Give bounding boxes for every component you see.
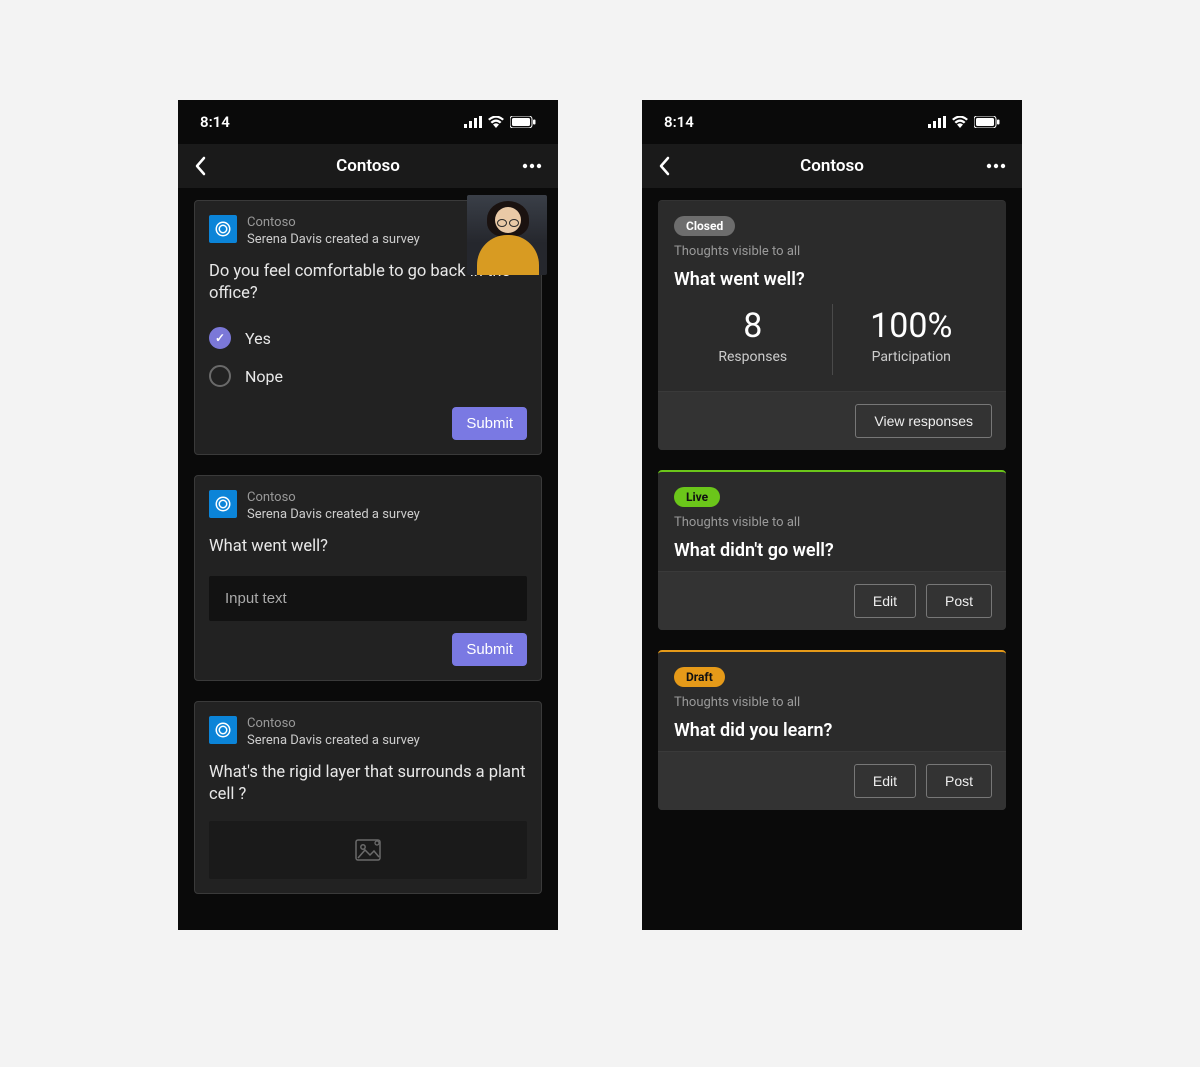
chevron-left-icon (194, 156, 206, 176)
chevron-left-icon (658, 156, 670, 176)
app-icon (209, 215, 237, 243)
card-header: Contoso Serena Davis created a survey (209, 716, 527, 750)
signal-icon (464, 116, 482, 128)
card-actions: Edit Post (658, 751, 1006, 810)
more-icon (986, 163, 1006, 169)
app-icon (209, 716, 237, 744)
status-bar: 8:14 (178, 100, 558, 144)
content-left: Contoso Serena Davis created a survey Do… (178, 188, 558, 930)
radio-selected-icon (209, 327, 231, 349)
post-button[interactable]: Post (926, 584, 992, 618)
survey-card-image: Contoso Serena Davis created a survey Wh… (194, 701, 542, 893)
status-icons (928, 116, 1000, 128)
visibility-text: Thoughts visible to all (674, 695, 990, 710)
nav-title: Contoso (682, 156, 982, 176)
back-button[interactable] (658, 156, 682, 176)
card-header: Contoso Serena Davis created a survey (209, 490, 527, 524)
summary-card-closed: Closed Thoughts visible to all What went… (658, 200, 1006, 450)
more-button[interactable] (982, 163, 1006, 169)
card-subtitle: Serena Davis created a survey (247, 232, 420, 249)
nav-bar: Contoso (642, 144, 1022, 188)
status-pill: Closed (674, 216, 735, 236)
metric-label: Participation (833, 349, 991, 365)
image-icon (355, 839, 381, 861)
signal-icon (928, 116, 946, 128)
card-actions: Submit (209, 633, 527, 666)
card-meta: Contoso Serena Davis created a survey (247, 215, 420, 249)
back-button[interactable] (194, 156, 218, 176)
card-subtitle: Serena Davis created a survey (247, 733, 420, 750)
card-body: Live Thoughts visible to all What didn't… (658, 472, 1006, 571)
self-video-thumbnail[interactable] (467, 195, 547, 275)
card-subtitle: Serena Davis created a survey (247, 507, 420, 524)
visibility-text: Thoughts visible to all (674, 515, 990, 530)
survey-card-choice: Contoso Serena Davis created a survey Do… (194, 200, 542, 455)
metric-value: 8 (674, 308, 832, 345)
status-pill: Draft (674, 667, 725, 687)
option-label: Nope (245, 367, 283, 386)
content-right: Closed Thoughts visible to all What went… (642, 188, 1022, 930)
visibility-text: Thoughts visible to all (674, 244, 990, 259)
card-title: What did you learn? (674, 720, 990, 741)
status-time: 8:14 (664, 113, 694, 131)
image-placeholder[interactable] (209, 821, 527, 879)
card-actions: Submit (209, 407, 527, 440)
survey-question: What's the rigid layer that surrounds a … (209, 762, 527, 807)
metric-label: Responses (674, 349, 832, 365)
battery-icon (974, 116, 1000, 128)
metric-value: 100% (833, 308, 991, 345)
submit-button[interactable]: Submit (452, 633, 527, 666)
card-title: What didn't go well? (674, 540, 990, 561)
summary-card-live: Live Thoughts visible to all What didn't… (658, 470, 1006, 630)
view-responses-button[interactable]: View responses (855, 404, 992, 438)
metric-responses: 8 Responses (674, 304, 832, 375)
post-button[interactable]: Post (926, 764, 992, 798)
app-name: Contoso (247, 716, 420, 733)
nav-title: Contoso (218, 156, 518, 176)
nav-bar: Contoso (178, 144, 558, 188)
card-body: Draft Thoughts visible to all What did y… (658, 652, 1006, 751)
avatar-illustration (467, 195, 547, 275)
edit-button[interactable]: Edit (854, 584, 916, 618)
status-icons (464, 116, 536, 128)
card-title: What went well? (674, 269, 990, 290)
wifi-icon (488, 116, 504, 128)
survey-question: What went well? (209, 536, 527, 558)
card-meta: Contoso Serena Davis created a survey (247, 716, 420, 750)
status-pill: Live (674, 487, 720, 507)
edit-button[interactable]: Edit (854, 764, 916, 798)
card-meta: Contoso Serena Davis created a survey (247, 490, 420, 524)
radio-unselected-icon (209, 365, 231, 387)
metrics: 8 Responses 100% Participation (674, 304, 990, 375)
option-label: Yes (245, 329, 271, 348)
battery-icon (510, 116, 536, 128)
app-name: Contoso (247, 490, 420, 507)
metric-participation: 100% Participation (832, 304, 991, 375)
card-actions: Edit Post (658, 571, 1006, 630)
status-time: 8:14 (200, 113, 230, 131)
card-body: Closed Thoughts visible to all What went… (658, 201, 1006, 391)
phone-left: 8:14 Contoso (178, 100, 558, 930)
wifi-icon (952, 116, 968, 128)
option-yes[interactable]: Yes (209, 319, 527, 357)
option-nope[interactable]: Nope (209, 357, 527, 395)
status-bar: 8:14 (642, 100, 1022, 144)
survey-card-text: Contoso Serena Davis created a survey Wh… (194, 475, 542, 681)
more-icon (522, 163, 542, 169)
app-icon (209, 490, 237, 518)
app-name: Contoso (247, 215, 420, 232)
submit-button[interactable]: Submit (452, 407, 527, 440)
summary-card-draft: Draft Thoughts visible to all What did y… (658, 650, 1006, 810)
answer-input[interactable] (209, 576, 527, 621)
card-actions: View responses (658, 391, 1006, 450)
phone-right: 8:14 Contoso Closed Thoughts visible to … (642, 100, 1022, 930)
more-button[interactable] (518, 163, 542, 169)
